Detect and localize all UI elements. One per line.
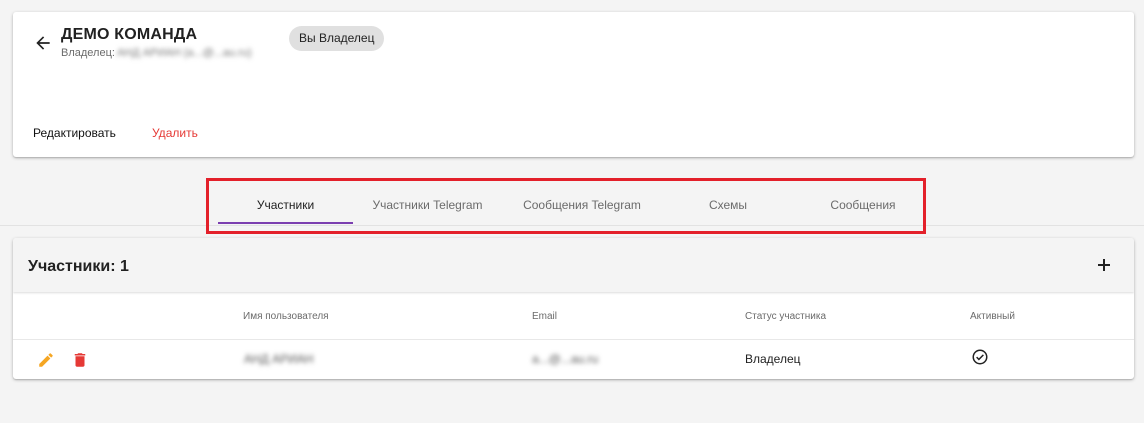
edit-team-button[interactable]: Редактировать (33, 126, 116, 140)
arrow-back-icon[interactable] (33, 33, 53, 53)
delete-team-button[interactable]: Удалить (152, 126, 198, 140)
check-circle-icon (971, 348, 989, 371)
owner-value: АНД АРИАН (a...@...au.ru) (116, 47, 252, 59)
column-header-username: Имя пользователя (243, 311, 329, 322)
table-header-divider (13, 339, 1134, 340)
members-card: Участники: 1 Имя пользователя Email Стат… (13, 238, 1134, 379)
trash-icon[interactable] (71, 350, 89, 375)
column-header-status: Статус участника (745, 311, 827, 322)
team-card: ДЕМО КОМАНДА Владелец: АНД АРИАН (a...@..… (13, 12, 1134, 157)
members-title: Участники: 1 (28, 258, 129, 275)
column-header-active: Активный (970, 311, 1015, 322)
add-icon[interactable] (1096, 257, 1112, 273)
members-header: Участники: 1 (13, 238, 1134, 292)
cell-email: a...@...au.ru (532, 352, 599, 366)
cell-username: АНД АРИАН (244, 352, 314, 366)
owner-label: Владелец: (61, 47, 115, 59)
team-title: ДЕМО КОМАНДА (61, 26, 198, 43)
owner-chip: Вы Владелец (289, 26, 385, 51)
team-owner: Владелец: АНД АРИАН (a...@...au.ru) (61, 47, 252, 59)
column-header-email: Email (532, 311, 558, 322)
highlight-box (206, 178, 926, 234)
pencil-icon[interactable] (37, 351, 55, 374)
cell-status: Владелец (745, 352, 801, 366)
